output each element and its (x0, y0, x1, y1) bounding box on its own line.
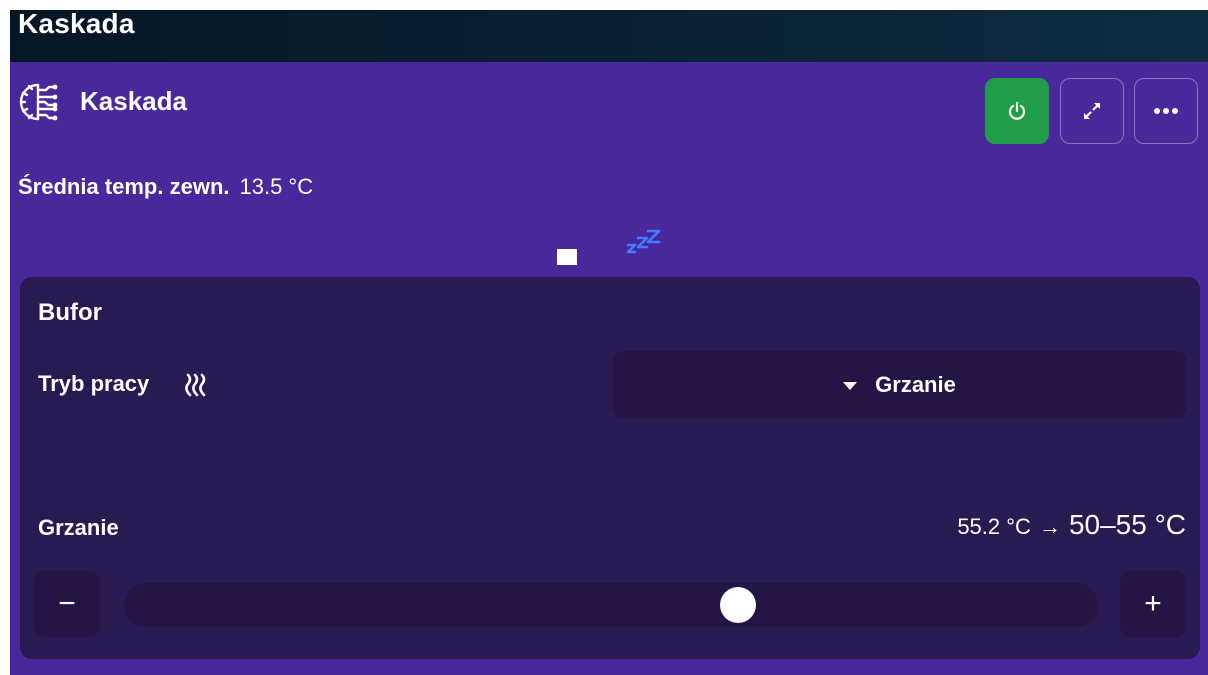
target-range: 50–55 °C (1068, 509, 1186, 540)
page-title: Kaskada (18, 8, 135, 39)
average-outdoor-temp: Średnia temp. zewn. 13.5 °C (18, 174, 313, 200)
current-temperature: 55.2 °C (957, 514, 1031, 539)
sleep-zzz-icon (626, 229, 661, 254)
target-arrow: → (1038, 514, 1061, 539)
operation-mode-select[interactable]: Grzanie (613, 351, 1186, 418)
power-button[interactable] (985, 78, 1049, 144)
processor-circuit-icon (19, 83, 58, 121)
operation-mode-label: Tryb pracy (38, 371, 150, 396)
caret-down-icon (843, 381, 858, 390)
buffer-title: Bufor (38, 299, 102, 326)
more-icon (1154, 108, 1178, 114)
card-title: Kaskada (80, 86, 187, 116)
temperature-slider[interactable] (124, 583, 1098, 627)
heat-waves-icon (185, 373, 206, 397)
decrease-button[interactable]: − (34, 571, 100, 637)
heating-status: 55.2 °C → 50–55 °C (957, 509, 1186, 541)
power-icon (1008, 101, 1026, 120)
expand-icon (1083, 102, 1101, 120)
top-bar: Kaskada (10, 8, 1208, 62)
increase-button[interactable]: + (1120, 571, 1186, 637)
stop-square-icon (557, 249, 577, 265)
average-temp-label: Średnia temp. zewn. (18, 174, 230, 199)
heating-label: Grzanie (38, 515, 119, 540)
operation-mode-value: Grzanie (875, 371, 956, 397)
average-temp-value: 13.5 °C (239, 174, 314, 199)
more-options-button[interactable] (1134, 78, 1198, 144)
device-card: Kaskada Średnia temp. zewn. 13.5 °C Bufo… (10, 62, 1208, 675)
slider-thumb[interactable] (719, 587, 756, 623)
buffer-panel: Bufor Tryb pracy Grzanie Grzanie 55.2 °C… (20, 277, 1200, 659)
expand-button[interactable] (1060, 78, 1124, 144)
